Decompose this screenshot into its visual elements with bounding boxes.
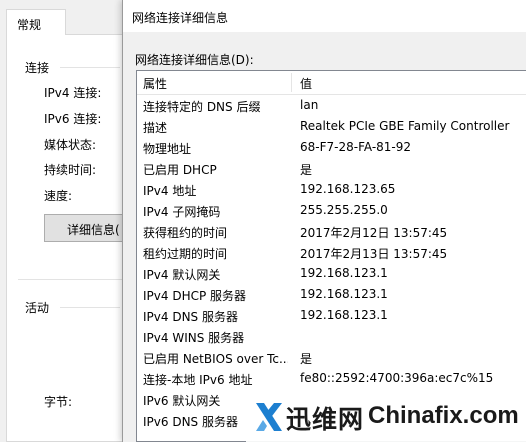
table-row[interactable]: 物理地址 68-F7-28-FA-81-92 [137,137,526,158]
value-cell: 是 [300,163,313,177]
table-row[interactable]: 已启用 NetBIOS over Tc... 是 [137,347,526,368]
x-logo-icon [256,403,282,431]
watermark: 迅维网 Chinafix.com [246,394,526,442]
list-rows: 连接特定的 DNS 后缀 lan 描述 Realtek PCIe GBE Family… [137,95,526,431]
value-cell: 192.168.123.65 [300,182,396,196]
connection-group-label: 连接 [25,61,50,75]
tab-general[interactable]: 常规 [6,9,66,35]
table-row[interactable]: 连接特定的 DNS 后缀 lan [137,95,526,116]
column-header-value[interactable]: 值 [300,75,312,92]
speed-label: 速度: [44,189,73,203]
details-button[interactable]: 详细信息( [44,214,134,242]
property-cell: IPv4 地址 [143,184,197,198]
column-separator[interactable] [291,73,292,92]
property-cell: 连接-本地 IPv6 地址 [143,373,253,387]
value-cell: 192.168.123.1 [300,308,388,322]
activity-group-label: 活动 [25,301,50,315]
watermark-brand-en: Chinafix.com [368,402,519,429]
property-cell: IPv4 默认网关 [143,268,221,282]
divider [60,307,120,308]
dialog-title: 网络连接详细信息 [123,0,526,32]
value-cell: 是 [300,352,313,366]
bytes-label: 字节: [44,395,73,409]
ipv4-connectivity-label: IPv4 连接: [44,86,102,100]
watermark-brand-cn: 迅维网 [286,405,365,434]
media-state-label: 媒体状态: [44,138,97,152]
table-row[interactable]: IPv4 默认网关 192.168.123.1 [137,263,526,284]
property-cell: IPv4 子网掩码 [143,205,221,219]
value-cell: 68-F7-28-FA-81-92 [300,140,412,154]
divider [60,67,120,68]
network-details-dialog: 网络连接详细信息 网络连接详细信息(D): 属性 值 连接特定的 DNS 后缀 l… [122,0,526,442]
property-cell: IPv4 DHCP 服务器 [143,289,247,303]
duration-label: 持续时间: [44,163,97,177]
table-row[interactable]: 获得租约的时间 2017年2月12日 13:57:45 [137,221,526,242]
table-row[interactable]: IPv4 WINS 服务器 [137,326,526,347]
property-cell: IPv4 WINS 服务器 [143,331,245,345]
value-cell: lan [300,98,319,112]
value-cell: 192.168.123.1 [300,287,388,301]
table-row[interactable]: 已启用 DHCP 是 [137,158,526,179]
property-cell: 已启用 NetBIOS over Tc... [143,352,288,366]
property-cell: 获得租约的时间 [143,226,228,240]
column-header-property[interactable]: 属性 [143,75,167,92]
property-cell: 已启用 DHCP [143,163,217,177]
value-cell: 2017年2月13日 13:57:45 [300,247,448,261]
table-row[interactable]: IPv4 DHCP 服务器 192.168.123.1 [137,284,526,305]
table-row[interactable]: 租约过期的时间 2017年2月13日 13:57:45 [137,242,526,263]
table-row[interactable]: 连接-本地 IPv6 地址 fe80::2592:4700:396a:ec7c%1… [137,368,526,389]
property-cell: 物理地址 [143,142,192,156]
property-cell: IPv4 DNS 服务器 [143,310,238,324]
value-cell: 2017年2月12日 13:57:45 [300,226,448,240]
ipv6-connectivity-label: IPv6 连接: [44,112,102,126]
details-list-label: 网络连接详细信息(D): [135,53,254,67]
table-row[interactable]: 描述 Realtek PCIe GBE Family Controller [137,116,526,137]
table-row[interactable]: IPv4 DNS 服务器 192.168.123.1 [137,305,526,326]
value-cell: 192.168.123.1 [300,266,388,280]
table-row[interactable]: IPv4 子网掩码 255.255.255.0 [137,200,526,221]
dialog-body: 网络连接详细信息(D): 属性 值 连接特定的 DNS 后缀 lan 描述 Realt… [123,32,526,442]
value-cell: Realtek PCIe GBE Family Controller [300,119,510,133]
table-row[interactable]: IPv4 地址 192.168.123.65 [137,179,526,200]
value-cell: fe80::2592:4700:396a:ec7c%15 [300,371,494,385]
property-cell: 描述 [143,121,168,135]
property-cell: 租约过期的时间 [143,247,228,261]
value-cell: 255.255.255.0 [300,203,388,217]
divider [18,279,122,280]
property-cell: 连接特定的 DNS 后缀 [143,100,261,114]
list-header: 属性 值 [137,71,526,95]
details-list[interactable]: 属性 值 连接特定的 DNS 后缀 lan 描述 Realtek PCIe GBE F… [136,70,526,442]
